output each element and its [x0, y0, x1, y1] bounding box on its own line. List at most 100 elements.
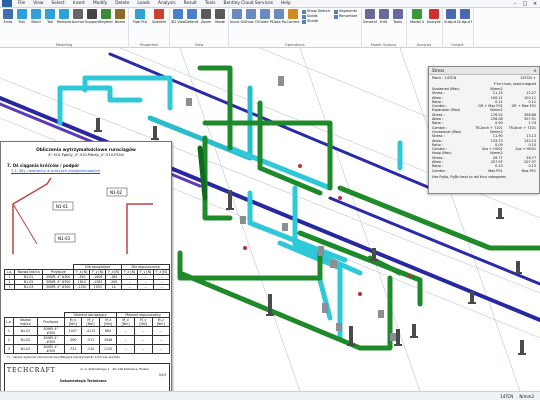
- menu-tools[interactable]: Tools: [201, 1, 220, 6]
- ribbon-group-view: 3D View Default View Zoom Mode View: [170, 8, 229, 48]
- footer-doc-label: Dokumentacja Techniczna: [60, 379, 107, 383]
- anchor-button[interactable]: Anchor: [72, 9, 85, 24]
- menu-view[interactable]: View: [29, 1, 47, 6]
- report-note: *) - należy wykonać obliczenia weryfikuj…: [7, 355, 120, 359]
- footer-address: ul. A. Zielinskiego 1 · 40-116 Katowice,…: [80, 367, 149, 371]
- model-validation-button[interactable]: Model Validation: [408, 9, 426, 24]
- edit-button[interactable]: Edit: [377, 9, 390, 24]
- menu-bentley-cloud[interactable]: Bentley Cloud Services: [220, 1, 278, 6]
- bend-button[interactable]: Bend: [30, 9, 43, 24]
- forces-table: Siła obciążające Siła dopuszczalna L.p. Na…: [4, 264, 170, 290]
- listing-icon: [445, 9, 456, 19]
- 3d-view-button[interactable]: 3D View: [171, 9, 185, 24]
- menu-help[interactable]: Help: [277, 1, 295, 6]
- guide-point-button[interactable]: Guide Point: [258, 9, 272, 24]
- bend-icon: [31, 9, 41, 19]
- general-button[interactable]: General: [363, 9, 377, 24]
- data-point-button[interactable]: Data Point: [272, 9, 286, 24]
- default-view-icon: [187, 9, 197, 19]
- ribbon: Ends Run Bend Tee Reducer Anchor Support…: [0, 8, 540, 48]
- valves: [186, 76, 396, 341]
- panel-title: Stress: [432, 68, 445, 73]
- data-point-icon: [274, 9, 284, 19]
- minimize-button[interactable]: –: [510, 1, 520, 7]
- ribbon-group-operations: Input Grid Show Options Guide Point Data…: [229, 8, 362, 48]
- panel-close-icon[interactable]: ×: [531, 68, 539, 73]
- label-n1-01: N1-01: [56, 204, 69, 209]
- menu-select[interactable]: Select: [47, 1, 68, 6]
- panel-hint: Use PgUp, PgDn keys to roll thru categor…: [432, 174, 506, 179]
- menu-insert[interactable]: Insert: [69, 1, 89, 6]
- correct-button[interactable]: Correct: [286, 9, 300, 24]
- ends-icon: [3, 9, 13, 19]
- mode-button[interactable]: Mode: [214, 9, 227, 24]
- status-units: N/mm2: [519, 393, 534, 399]
- ribbon-group-analysis: Model Validation Analyze Analysis: [407, 8, 443, 48]
- ribbon-group-output: Output Listing Output Report Output: [443, 8, 474, 48]
- output-listing-button[interactable]: Output Listing: [444, 9, 458, 24]
- segment-icon: [101, 9, 111, 19]
- renumber-button[interactable]: Renumber: [333, 14, 358, 19]
- status-bar: 14TCN N/mm2: [0, 391, 540, 400]
- menu-result[interactable]: Result: [180, 1, 201, 6]
- label-n1-02: N1-02: [110, 190, 123, 195]
- analyze-icon: [428, 9, 439, 19]
- stress-rows: Sustained (Max) N/mm2 Stress :11.15 12.27 Al…: [429, 87, 539, 173]
- general-icon: [364, 9, 375, 19]
- support-button[interactable]: Support: [85, 9, 99, 24]
- reducer-button[interactable]: Reducer: [57, 9, 71, 24]
- tee-button[interactable]: Tee: [44, 9, 57, 24]
- zoom-icon: [201, 9, 211, 19]
- tee-icon: [45, 9, 55, 19]
- default-view-button[interactable]: Default View: [185, 9, 199, 24]
- menu-delete[interactable]: Delete: [111, 1, 133, 6]
- tools-button[interactable]: Tools: [391, 9, 404, 24]
- report-section: 7. Oś ciągania króćców / podpór: [7, 163, 80, 168]
- cube-icon: [173, 9, 183, 19]
- run-button[interactable]: Run: [16, 9, 29, 24]
- show-options-icon: [246, 9, 256, 19]
- segment-button[interactable]: Segment: [99, 9, 113, 24]
- menu-file[interactable]: File: [14, 1, 29, 6]
- report-document-window[interactable]: Obliczenia wytrzymałościowe rurociągów 4…: [0, 141, 172, 398]
- stress-row: Combin : Max P01 Max P01: [432, 168, 536, 173]
- zoom-button[interactable]: Zoom: [200, 9, 213, 24]
- beam-button[interactable]: Beam: [114, 9, 127, 24]
- maximize-button[interactable]: □: [520, 1, 530, 7]
- input-grid-button[interactable]: Input Grid: [230, 9, 244, 24]
- pipe-properties-icon: [134, 9, 145, 19]
- panel-header: Stress ×: [429, 67, 539, 75]
- window-controls: – □ ×: [510, 1, 540, 7]
- tools-icon: [392, 9, 403, 19]
- edit-icon: [378, 9, 389, 19]
- ends-button[interactable]: Ends: [2, 9, 15, 24]
- validation-icon: [412, 9, 423, 19]
- analyze-button[interactable]: Analyze: [427, 9, 441, 24]
- guide-point-icon: [260, 9, 270, 19]
- close-button[interactable]: ×: [530, 1, 540, 7]
- menu-analysis[interactable]: Analysis: [154, 1, 180, 6]
- pipe-properties-button[interactable]: Pipe Properties: [131, 9, 149, 24]
- operations-small-buttons: Show Sketch Solids Shade: [302, 9, 330, 24]
- report-icon: [459, 9, 470, 19]
- nozzle-sketch: N1-01 N1-02 N1-03: [12, 177, 153, 254]
- grid-icon: [232, 9, 242, 19]
- menu-bar: File View Select Insert Modify Delete Lo…: [0, 0, 540, 8]
- app-menu-icon[interactable]: [2, 0, 12, 7]
- stress-info-panel[interactable]: Stress × Point : 14TCN 14TCN + F'ra+/sus…: [428, 66, 540, 194]
- status-node: 14TCN: [500, 393, 514, 399]
- operating-modes-button[interactable]: Operating Modes: [150, 9, 168, 24]
- shade-button[interactable]: Shade: [302, 19, 330, 24]
- menu-modify[interactable]: Modify: [89, 1, 111, 6]
- label-n1-03: N1-03: [58, 236, 71, 241]
- report-subtitle: 4"-510-PgbSy_4"-510-PdbSy_4"-510-PS1N: [48, 153, 124, 157]
- report-subsection: 7.1. Siły i momenty w króćcach przyłącze…: [11, 169, 101, 173]
- output-report-button[interactable]: Output Report: [458, 9, 472, 24]
- show-options-button[interactable]: Show Options: [244, 9, 258, 24]
- operations-small-buttons-2: Segments Renumber: [333, 9, 358, 24]
- menu-loads[interactable]: Loads: [133, 1, 154, 6]
- operating-modes-icon: [153, 9, 164, 19]
- beam-icon: [115, 9, 125, 19]
- anchor-icon: [73, 9, 83, 19]
- table-row: 3 N1-03 30NPL 4" #300 -1150 1053 14 -- -- --: [4, 284, 170, 290]
